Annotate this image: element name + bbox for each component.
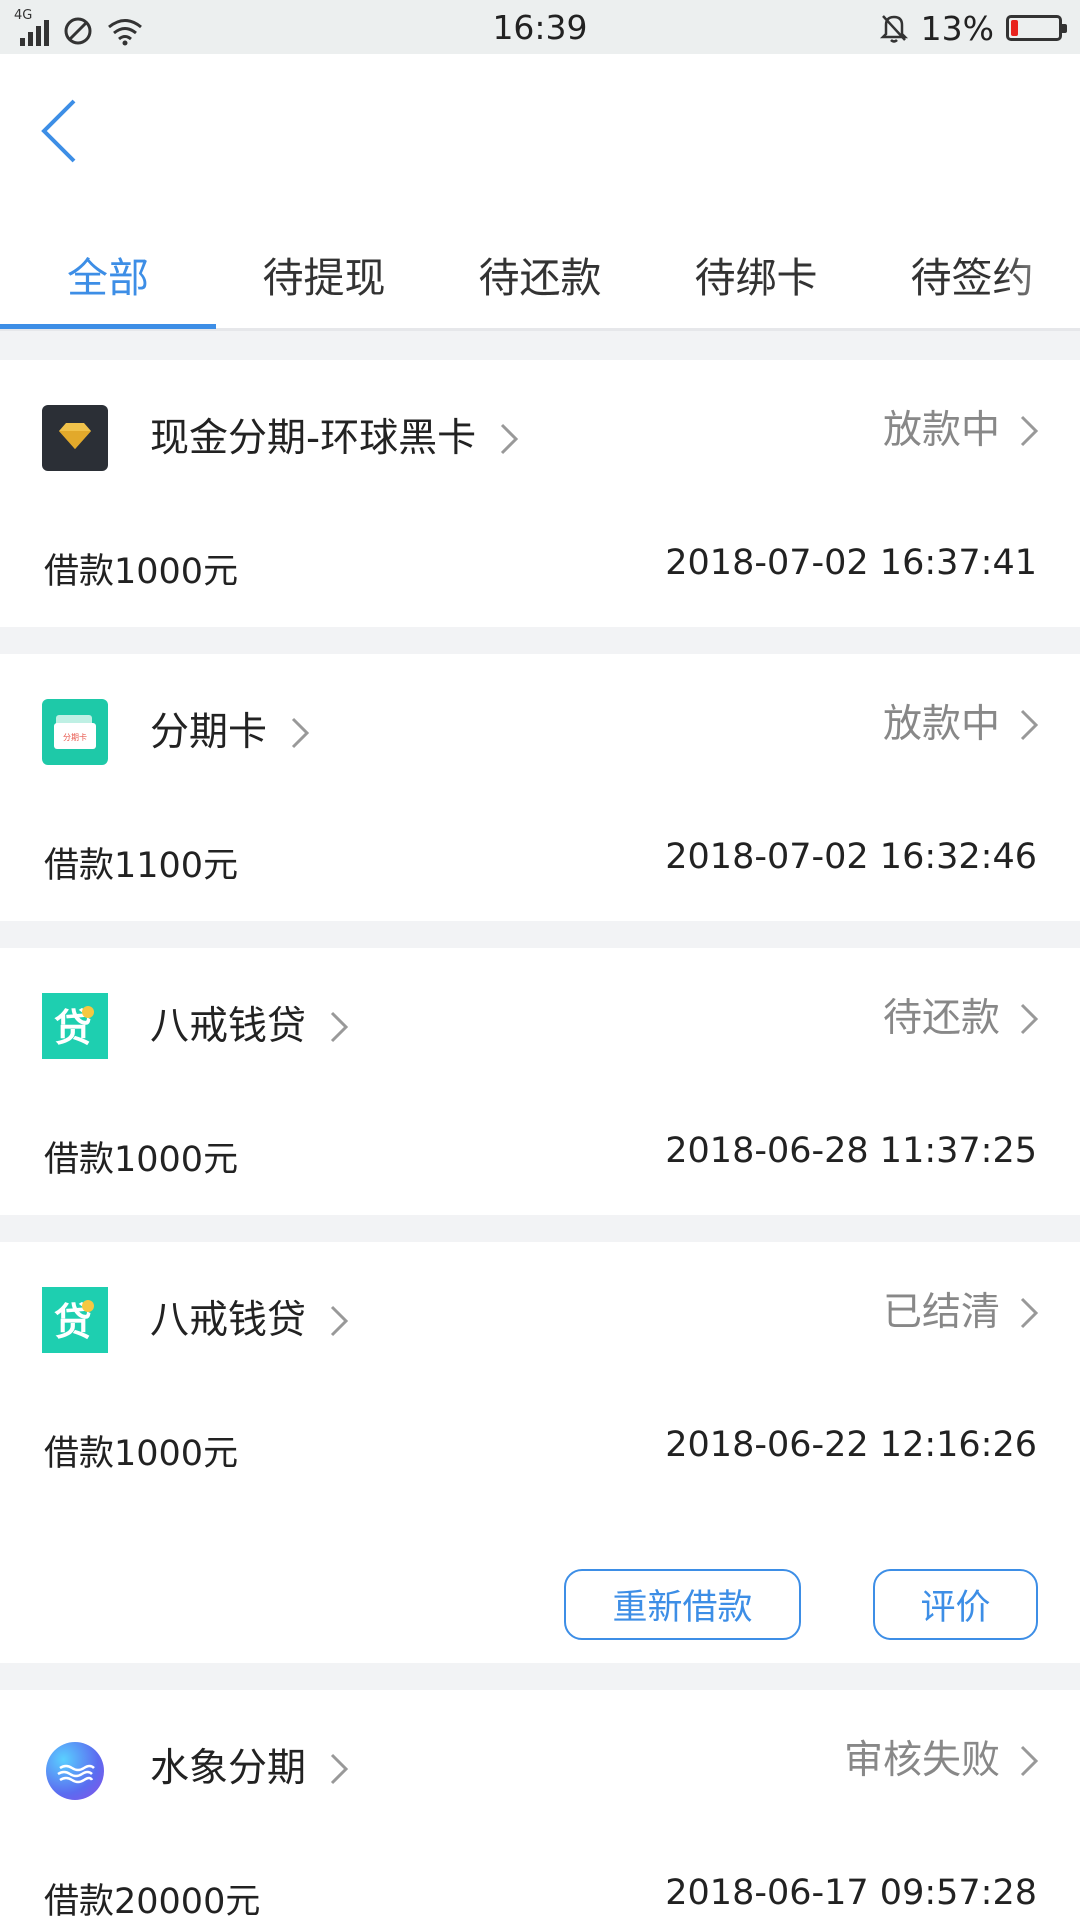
loan-card[interactable]: 贷 八戒钱贷 待还款 借款1000元 2018-06-28 11:37:25 (0, 948, 1080, 1215)
review-button[interactable]: 评价 (873, 1569, 1038, 1640)
product-name: 现金分期-环球黑卡 (150, 416, 477, 461)
loan-date: 2018-06-28 11:37:25 (665, 1131, 1037, 1171)
chevron-right-icon (330, 1011, 349, 1043)
chevron-right-icon (1020, 415, 1039, 447)
diamond-icon (42, 405, 108, 471)
loan-list: 现金分期-环球黑卡 放款中 借款1000元 2018-07-02 16:37:4… (0, 360, 1080, 1920)
battery-level (1011, 20, 1018, 36)
tab-pending-bindcard[interactable]: 待绑卡 (648, 224, 864, 324)
loan-card[interactable]: 现金分期-环球黑卡 放款中 借款1000元 2018-07-02 16:37:4… (0, 360, 1080, 627)
chevron-right-icon (330, 1753, 349, 1785)
loan-status[interactable]: 放款中 (883, 686, 1040, 756)
status-text: 审核失败 (843, 1738, 1000, 1783)
status-bar: 4G 16:39 13% (0, 0, 1080, 54)
tab-pending-sign[interactable]: 待签约 (864, 224, 1080, 324)
tab-pending-repay[interactable]: 待还款 (432, 224, 648, 324)
loan-card[interactable]: 水象分期 审核失败 借款20000元 2018-06-17 09:57:28 (0, 1690, 1080, 1920)
loan-status[interactable]: 放款中 (883, 392, 1040, 462)
loan-amount: 借款20000元 (44, 1882, 261, 1920)
loan-product[interactable]: 八戒钱贷 (150, 988, 350, 1058)
loan-status[interactable]: 已结清 (883, 1274, 1040, 1344)
loan-card[interactable]: 贷 八戒钱贷 已结清 借款1000元 2018-06-22 12:16:26 重… (0, 1242, 1080, 1663)
loan-card[interactable]: 分期卡 分期卡 放款中 借款1100元 2018-07-02 16:32:46 (0, 654, 1080, 921)
loan-amount: 借款1000元 (44, 552, 239, 592)
loan-product[interactable]: 八戒钱贷 (150, 1282, 350, 1352)
product-name: 分期卡 (150, 710, 268, 755)
status-text: 放款中 (882, 702, 1000, 747)
tab-bar: 全部 待提现 待还款 待绑卡 待签约 (0, 224, 1080, 331)
chevron-right-icon (1020, 709, 1039, 741)
chevron-left-icon[interactable] (36, 96, 86, 166)
card-icon: 分期卡 (42, 699, 108, 765)
card-icon-text: 分期卡 (63, 732, 87, 742)
loan-status[interactable]: 待还款 (883, 980, 1040, 1050)
loan-product[interactable]: 分期卡 (150, 694, 311, 764)
status-text: 待还款 (882, 996, 1000, 1041)
status-text: 放款中 (882, 408, 1000, 453)
tab-pending-withdraw[interactable]: 待提现 (216, 224, 432, 324)
status-right: 13% (879, 8, 1067, 48)
dai-icon: 贷 (42, 993, 108, 1059)
chevron-right-icon (330, 1305, 349, 1337)
loan-amount: 借款1000元 (44, 1434, 239, 1474)
loan-amount: 借款1000元 (44, 1140, 239, 1180)
battery-icon (1006, 15, 1067, 41)
product-name: 水象分期 (150, 1746, 307, 1791)
loan-amount: 借款1100元 (44, 846, 239, 886)
tab-active-indicator (0, 324, 216, 329)
loan-date: 2018-07-02 16:37:41 (665, 543, 1037, 583)
chevron-right-icon (291, 717, 310, 749)
chevron-right-icon (1020, 1003, 1039, 1035)
wave-icon (46, 1742, 104, 1800)
product-name: 八戒钱贷 (150, 1298, 307, 1343)
chevron-right-icon (1020, 1297, 1039, 1329)
bell-muted-icon (879, 15, 908, 43)
product-name: 八戒钱贷 (150, 1004, 307, 1049)
reborrow-button[interactable]: 重新借款 (564, 1569, 801, 1640)
loan-product[interactable]: 水象分期 (150, 1730, 350, 1800)
chevron-right-icon (1020, 1745, 1039, 1777)
chevron-right-icon (501, 423, 519, 455)
loan-date: 2018-06-17 09:57:28 (665, 1873, 1037, 1913)
loan-date: 2018-06-22 12:16:26 (665, 1425, 1037, 1465)
status-text: 已结清 (882, 1290, 1000, 1335)
battery-percent: 13% (920, 8, 994, 48)
dai-icon: 贷 (42, 1287, 108, 1353)
header: 全部 待提现 待还款 待绑卡 待签约 (0, 54, 1080, 331)
loan-status[interactable]: 审核失败 (844, 1722, 1040, 1792)
loan-date: 2018-07-02 16:32:46 (665, 837, 1037, 877)
tab-all[interactable]: 全部 (0, 224, 216, 324)
loan-product[interactable]: 现金分期-环球黑卡 (150, 400, 520, 470)
